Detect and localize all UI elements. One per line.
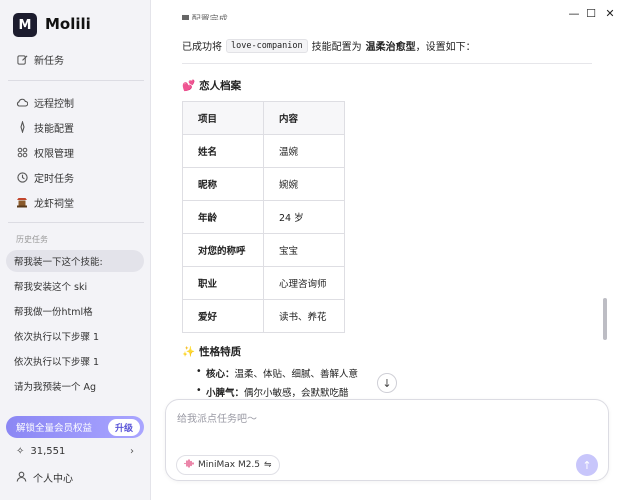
- user-icon: [16, 471, 27, 485]
- table-cell-value: 读书、养花: [263, 299, 345, 333]
- table-row: 职业 心理咨询师: [182, 266, 345, 300]
- hearts-icon: 💕: [182, 80, 196, 92]
- message-input[interactable]: 给我派点任务吧～: [177, 410, 257, 425]
- credits-value: 31,551: [30, 446, 66, 457]
- traits-heading: ✨ 性格特质: [182, 344, 241, 359]
- history-item[interactable]: 帮我安装这个 ski: [6, 275, 144, 297]
- column-header: 项目: [182, 101, 264, 135]
- table-row: 爱好 读书、养花: [182, 299, 345, 333]
- profile-link[interactable]: 个人中心: [16, 470, 73, 485]
- arrow-up-icon: ↑: [582, 458, 592, 472]
- intro-suffix: ，设置如下：: [415, 42, 476, 53]
- history-item[interactable]: 依次执行以下步骤 1: [6, 350, 144, 372]
- sidebar-item-remote[interactable]: 远程控制: [16, 92, 74, 112]
- profile-heading-text: 恋人档案: [199, 80, 242, 92]
- shrine-icon: [16, 196, 28, 208]
- table-cell-value: 宝宝: [263, 233, 345, 267]
- new-task-label: 新任务: [34, 55, 64, 67]
- sidebar: M Molili 新任务 远程控制 技能配置 权限管理 定时任务 龙虾祠堂 历史…: [0, 0, 151, 500]
- diamond-icon: ✧: [16, 446, 25, 457]
- switch-icon: ⇋: [264, 460, 272, 470]
- scroll-down-button[interactable]: ↓: [377, 373, 397, 393]
- arrow-down-icon: ↓: [382, 376, 392, 390]
- chat-panel: — ☐ ✕ ▇ 配置完成 已成功将 love-companion 技能配置为 温…: [152, 0, 625, 500]
- app-name: Molili: [45, 15, 91, 33]
- credits-row[interactable]: ✧ 31,551 ›: [16, 446, 134, 457]
- sidebar-item-label: 权限管理: [34, 148, 74, 160]
- new-task-button[interactable]: 新任务: [16, 49, 64, 69]
- column-header: 内容: [263, 101, 345, 135]
- profile-heading: 💕 恋人档案: [182, 78, 241, 93]
- sidebar-item-label: 龙虾祠堂: [34, 198, 74, 210]
- message-composer[interactable]: 给我派点任务吧～ MiniMax M2.5 ⇋ ↑: [165, 399, 609, 481]
- table-cell-key: 职业: [182, 266, 264, 300]
- scrollbar-thumb[interactable]: [603, 298, 607, 340]
- sidebar-item-label: 技能配置: [34, 123, 74, 135]
- intro-prefix: 已成功将: [182, 42, 222, 53]
- sidebar-item-label: 定时任务: [34, 173, 74, 185]
- divider: [182, 63, 592, 64]
- clock-icon: [16, 171, 28, 183]
- sidebar-item-skills[interactable]: 技能配置: [16, 117, 74, 137]
- edit-icon: [16, 53, 28, 65]
- profile-table: 项目 内容 姓名 温婉 昵称 婉婉 年龄 24 岁 对您的称呼 宝宝 职业 心理…: [182, 101, 345, 333]
- sidebar-item-scheduled[interactable]: 定时任务: [16, 167, 74, 187]
- upgrade-button[interactable]: 升级: [107, 418, 140, 436]
- table-row: 年龄 24 岁: [182, 200, 345, 234]
- intro-mid: 技能配置为: [311, 42, 362, 53]
- grid-icon: [16, 146, 28, 158]
- table-cell-key: 年龄: [182, 200, 264, 234]
- profile-type: 温柔治愈型: [365, 42, 416, 53]
- cut-off-heading: ▇ 配置完成: [182, 15, 228, 20]
- table-cell-key: 对您的称呼: [182, 233, 264, 267]
- history-section-label: 历史任务: [16, 235, 48, 244]
- sparkles-icon: ✨: [182, 346, 196, 358]
- trait-key: 小脾气：: [206, 388, 245, 399]
- trait-key: 核心：: [206, 369, 235, 380]
- list-item: 核心：温柔、体贴、细腻、善解人意: [196, 366, 358, 385]
- vip-label: 解锁全量会员权益: [16, 423, 93, 434]
- minimize-button[interactable]: —: [567, 6, 581, 20]
- vip-banner[interactable]: 解锁全量会员权益 升级: [6, 416, 144, 438]
- waveform-icon: [184, 459, 194, 471]
- close-button[interactable]: ✕: [603, 6, 617, 20]
- sidebar-item-shrine[interactable]: 龙虾祠堂: [16, 192, 74, 212]
- history-item[interactable]: 依次执行以下步骤 1: [6, 325, 144, 347]
- table-cell-key: 姓名: [182, 134, 264, 168]
- table-row: 姓名 温婉: [182, 134, 345, 168]
- maximize-button[interactable]: ☐: [584, 6, 598, 20]
- sidebar-item-permissions[interactable]: 权限管理: [16, 142, 74, 162]
- history-item[interactable]: 帮我装一下这个技能:: [6, 250, 144, 272]
- table-cell-value: 心理咨询师: [263, 266, 345, 300]
- divider: [8, 80, 144, 81]
- table-cell-key: 昵称: [182, 167, 264, 201]
- traits-heading-text: 性格特质: [199, 346, 242, 358]
- table-cell-value: 温婉: [263, 134, 345, 168]
- trait-value: 温柔、体贴、细腻、善解人意: [234, 369, 359, 380]
- chevron-right-icon: ›: [130, 446, 134, 457]
- history-item[interactable]: 请为我预装一个 Ag: [6, 375, 144, 397]
- app-logo-icon: M: [13, 13, 37, 37]
- divider: [8, 222, 144, 223]
- send-button[interactable]: ↑: [576, 454, 598, 476]
- table-header-row: 项目 内容: [182, 101, 345, 135]
- history-item[interactable]: 帮我做一份html格: [6, 300, 144, 322]
- sparkle-icon: [16, 121, 28, 133]
- table-cell-key: 爱好: [182, 299, 264, 333]
- table-cell-value: 24 岁: [263, 200, 345, 234]
- intro-text: 已成功将 love-companion 技能配置为 温柔治愈型 ，设置如下：: [182, 38, 476, 53]
- model-name: MiniMax M2.5: [198, 460, 261, 470]
- sidebar-item-label: 远程控制: [34, 98, 74, 110]
- cloud-icon: [16, 96, 28, 108]
- table-cell-value: 婉婉: [263, 167, 345, 201]
- trait-value: 偶尔小敏感，会默默吃醋: [244, 388, 349, 399]
- profile-label: 个人中心: [33, 474, 73, 485]
- model-selector[interactable]: MiniMax M2.5 ⇋: [176, 455, 280, 475]
- skill-code: love-companion: [226, 38, 308, 53]
- table-row: 对您的称呼 宝宝: [182, 233, 345, 267]
- table-row: 昵称 婉婉: [182, 167, 345, 201]
